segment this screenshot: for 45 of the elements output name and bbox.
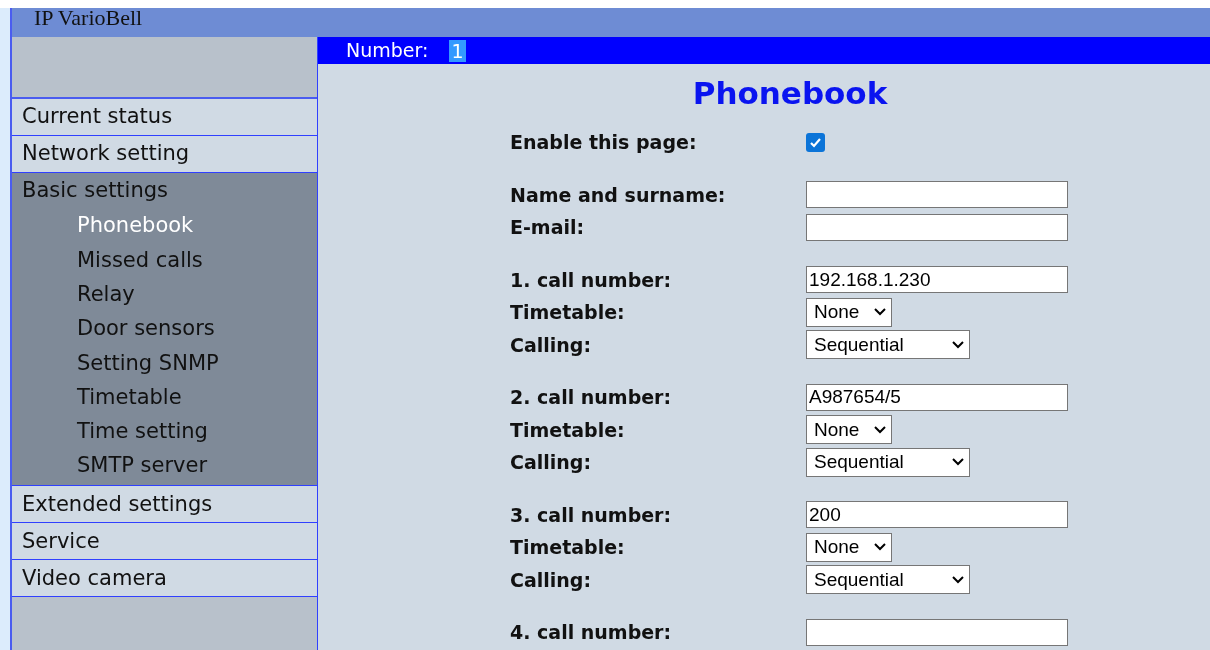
- number-label: Number:: [346, 38, 429, 64]
- chevron-down-icon: [874, 425, 886, 434]
- nav-subitem[interactable]: SMTP server: [77, 450, 208, 482]
- nav-subitem[interactable]: Time setting: [77, 416, 208, 448]
- nav-subitem[interactable]: Door sensors: [77, 313, 215, 345]
- select-dropdown[interactable]: Sequential: [806, 330, 970, 360]
- checkbox[interactable]: [806, 132, 825, 152]
- select-dropdown[interactable]: Sequential: [806, 447, 970, 477]
- input-field[interactable]: A987654/5: [806, 383, 1068, 411]
- nav-subitem[interactable]: Timetable: [77, 381, 182, 414]
- chevron-down-icon: [874, 543, 886, 552]
- input-field[interactable]: [806, 213, 1068, 241]
- page-title: Phonebook: [692, 78, 888, 113]
- field-label: Calling:: [510, 450, 593, 475]
- field-label: 3. call number:: [510, 502, 673, 528]
- field-label: Name and surname:: [510, 182, 727, 208]
- chevron-down-icon: [874, 308, 886, 317]
- input-field[interactable]: 192.168.1.230: [806, 266, 1068, 294]
- field-label: Calling:: [510, 567, 593, 593]
- field-label: Timetable:: [510, 417, 626, 443]
- field-label: E-mail:: [510, 215, 586, 240]
- field-label: 2. call number:: [510, 385, 673, 410]
- app-title: IP VarioBell: [34, 6, 143, 29]
- chevron-down-icon: [952, 575, 964, 584]
- input-field[interactable]: [806, 181, 1068, 209]
- nav-subitem[interactable]: Relay: [77, 279, 135, 311]
- field-label: 4. call number:: [510, 620, 673, 645]
- chevron-down-icon: [952, 340, 964, 349]
- field-label: 1. call number:: [510, 267, 673, 293]
- chevron-down-icon: [952, 458, 964, 467]
- nav-subitem[interactable]: Missed calls: [77, 244, 203, 277]
- select-dropdown[interactable]: None: [806, 532, 892, 562]
- field-label: Timetable:: [510, 300, 626, 325]
- nav-subitem[interactable]: Setting SNMP: [77, 347, 219, 380]
- select-dropdown[interactable]: Sequential: [806, 565, 970, 595]
- nav-item[interactable]: Basic settings: [22, 175, 168, 207]
- number-value: 1: [449, 39, 466, 62]
- field-label: Timetable:: [510, 535, 626, 560]
- field-label: Calling:: [510, 332, 593, 358]
- input-field[interactable]: 200: [806, 501, 1068, 529]
- nav-subitem[interactable]: Phonebook: [77, 210, 194, 242]
- select-dropdown[interactable]: None: [806, 297, 892, 327]
- select-dropdown[interactable]: None: [806, 415, 892, 445]
- field-label: Enable this page:: [510, 130, 698, 155]
- input-field[interactable]: [806, 618, 1068, 646]
